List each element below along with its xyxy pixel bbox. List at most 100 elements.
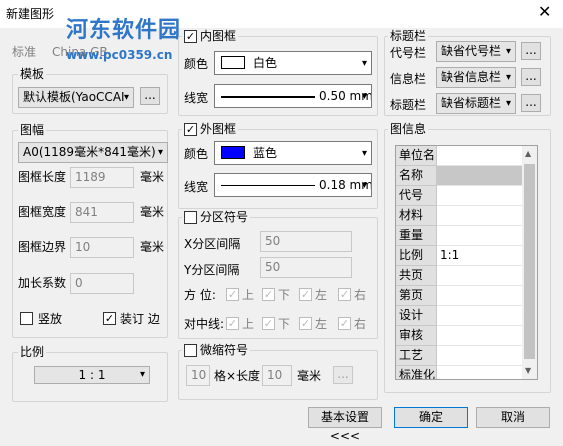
center-right-checkbox[interactable]: ✓ (338, 317, 351, 330)
sheet-size-select[interactable]: A0(1189毫米*841毫米) ▾ (18, 142, 168, 163)
frame-length-unit: 毫米 (140, 170, 165, 184)
inner-color-select[interactable]: 白色 ▾ (214, 51, 372, 75)
center-left-label: 左 (315, 317, 328, 331)
outer-color-name: 蓝色 (253, 146, 278, 160)
frame-width-input[interactable]: 841 (70, 202, 134, 223)
grid-value[interactable] (437, 366, 524, 379)
table-row[interactable]: 单位名 (396, 146, 524, 166)
table-row[interactable]: 比例 1:1 (396, 246, 524, 266)
micro-count-input[interactable]: 10 (186, 365, 210, 386)
micro-more-button[interactable]: ... (333, 366, 353, 384)
table-row[interactable]: 代号 (396, 186, 524, 206)
grid-value[interactable] (437, 206, 524, 226)
inner-frame-checkbox[interactable]: ✓ (184, 30, 197, 43)
scale-select[interactable]: 1 : 1 ▾ (34, 366, 150, 384)
portrait-checkbox[interactable] (20, 312, 33, 325)
zone-y-input[interactable]: 50 (260, 257, 352, 278)
table-row[interactable]: 设计 (396, 306, 524, 326)
title-bar-more-button[interactable]: ... (521, 94, 541, 112)
scroll-thumb[interactable] (524, 164, 535, 359)
table-row[interactable]: 标准化 (396, 366, 524, 379)
dir-left-checkbox[interactable]: ✓ (299, 288, 312, 301)
info-bar-more-button[interactable]: ... (521, 68, 541, 86)
micro-length-input[interactable]: 10 (262, 365, 292, 386)
standard-label: 标准 (12, 45, 37, 59)
frame-margin-label: 图框边界 (18, 240, 67, 254)
zone-direction-label: 方 位: (184, 288, 216, 302)
center-top-checkbox[interactable]: ✓ (226, 317, 239, 330)
code-bar-select[interactable]: 缺省代号栏 ▾ (436, 41, 516, 62)
table-row[interactable]: 工艺 (396, 346, 524, 366)
scroll-up-icon[interactable]: ▲ (525, 149, 531, 158)
table-row[interactable]: 重量 (396, 226, 524, 246)
zone-checkbox[interactable] (184, 211, 197, 224)
close-icon[interactable]: ✕ (538, 4, 551, 20)
table-row[interactable]: 名称 (396, 166, 524, 186)
dir-right-checkbox[interactable]: ✓ (338, 288, 351, 301)
table-row[interactable]: 共页 (396, 266, 524, 286)
info-bar-value: 缺省信息栏 (441, 70, 502, 84)
chevron-down-icon: ▾ (505, 72, 511, 83)
center-right-label: 右 (354, 317, 367, 331)
scroll-down-icon[interactable]: ▼ (525, 366, 531, 375)
table-row[interactable]: 审核 (396, 326, 524, 346)
grid-key: 审核 (396, 326, 437, 346)
dir-right-label: 右 (354, 288, 367, 302)
inner-line-preview (221, 96, 315, 100)
grid-value[interactable] (437, 226, 524, 246)
chevron-down-icon: ▾ (123, 92, 129, 103)
info-bar-label: 信息栏 (390, 72, 427, 86)
outer-frame-checkbox[interactable]: ✓ (184, 123, 197, 136)
info-bar-select[interactable]: 缺省信息栏 ▾ (436, 67, 516, 88)
code-bar-more-button[interactable]: ... (521, 42, 541, 60)
grid-value-selected[interactable] (437, 166, 524, 186)
grid-value[interactable]: 1:1 (437, 246, 524, 266)
grid-value[interactable] (437, 186, 524, 206)
zone-x-input[interactable]: 50 (260, 231, 352, 252)
grid-value[interactable] (437, 266, 524, 286)
chevron-down-icon: ▾ (361, 180, 367, 191)
grid-key: 材料 (396, 206, 437, 226)
grid-key: 重量 (396, 226, 437, 246)
extend-factor-input[interactable]: 0 (70, 273, 134, 294)
grid-scrollbar[interactable]: ▲ ▼ (522, 146, 537, 379)
frame-margin-input[interactable]: 10 (70, 237, 134, 258)
table-row[interactable]: 第页 (396, 286, 524, 306)
template-more-button[interactable]: ... (140, 87, 160, 105)
extend-factor-label: 加长系数 (18, 276, 67, 290)
window-title: 新建图形 (6, 7, 55, 21)
center-bottom-checkbox[interactable]: ✓ (262, 317, 275, 330)
micro-unit: 毫米 (297, 369, 322, 383)
center-left-checkbox[interactable]: ✓ (299, 317, 312, 330)
sheet-size-value: A0(1189毫米*841毫米) (23, 145, 156, 159)
binding-checkbox[interactable]: ✓ (103, 312, 116, 325)
inner-color-label: 颜色 (184, 57, 209, 71)
micro-mid-label: 格×长度 (214, 369, 261, 383)
outer-color-select[interactable]: 蓝色 ▾ (214, 141, 372, 165)
chevron-down-icon: ▾ (139, 369, 145, 380)
template-select[interactable]: 默认模板(YaoCCAI ▾ (18, 87, 134, 108)
grid-value[interactable] (437, 286, 524, 306)
dir-bottom-checkbox[interactable]: ✓ (262, 288, 275, 301)
grid-key: 名称 (396, 166, 437, 186)
grid-key: 比例 (396, 246, 437, 266)
template-legend: 模板 (18, 67, 47, 81)
title-bar-select[interactable]: 缺省标题栏 ▾ (436, 93, 516, 114)
cancel-button[interactable]: 取消 (476, 407, 550, 428)
grid-value[interactable] (437, 306, 524, 326)
table-row[interactable]: 材料 (396, 206, 524, 226)
grid-value[interactable] (437, 326, 524, 346)
dir-bottom-label: 下 (278, 288, 291, 302)
micro-checkbox[interactable] (184, 344, 197, 357)
grid-key: 单位名 (396, 146, 437, 166)
basic-settings-button[interactable]: 基本设置<<< (308, 407, 382, 443)
frame-length-input[interactable]: 1189 (70, 167, 134, 188)
center-bottom-label: 下 (278, 317, 291, 331)
dir-top-checkbox[interactable]: ✓ (226, 288, 239, 301)
inner-width-select[interactable]: 0.50 mm ▾ (214, 84, 372, 108)
grid-value[interactable] (437, 346, 524, 366)
outer-width-select[interactable]: 0.18 mm ▾ (214, 173, 372, 197)
grid-value[interactable] (437, 146, 524, 166)
template-value: 默认模板(YaoCCAI (23, 90, 125, 104)
ok-button[interactable]: 确定 (394, 407, 468, 428)
